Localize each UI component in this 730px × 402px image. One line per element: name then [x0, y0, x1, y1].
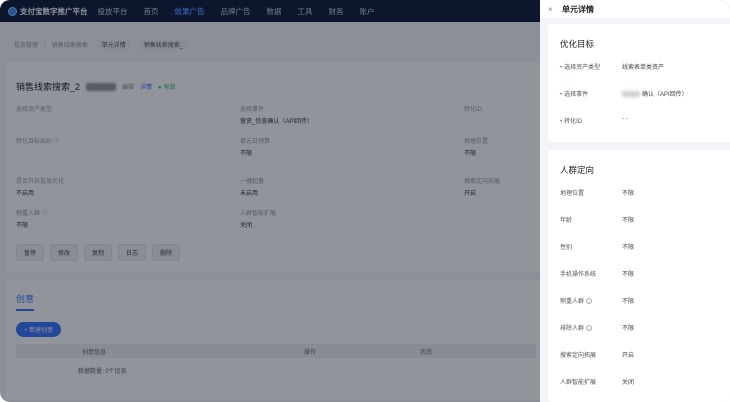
row-label: 性别 — [560, 242, 622, 251]
row-value-text: 关闭 — [622, 380, 635, 386]
detail-row: 地理位置 不限 — [560, 188, 730, 197]
section-title: 人群定向 — [560, 165, 595, 175]
row-value: - - — [622, 116, 628, 125]
row-label: • 选择资产类型 — [560, 62, 622, 71]
row-value-text: 确认（API回传） — [642, 92, 688, 98]
detail-row: • 转化ID - - — [560, 116, 730, 125]
row-value-text: 不限 — [622, 299, 635, 305]
drawer-title: 单元详情 — [562, 4, 594, 14]
app-window: 支付宝数字推广平台 投放平台 首页 效果广告 品牌广告 数据 工具 财务 账户 投放管理 / … — [0, 0, 730, 402]
required-mark: • — [560, 65, 563, 71]
row-label: 地理位置 — [560, 188, 622, 197]
modal-overlay[interactable] — [0, 0, 540, 402]
row-value-text: 不限 — [622, 326, 635, 332]
row-label: • 选择事件 — [560, 89, 622, 98]
row-value: 关闭 — [622, 377, 634, 386]
row-value: 不限 — [622, 296, 634, 305]
row-label: 人群智能扩展 — [560, 377, 622, 386]
row-value-text: 线索表单类资产 — [622, 65, 665, 71]
row-label-text: 选择事件 — [564, 92, 589, 98]
row-value-text: - - — [622, 116, 628, 122]
row-label: 手机操作系统 — [560, 269, 622, 278]
row-value-text: 不限 — [622, 245, 635, 251]
detail-row: 搜索定向拓展 开启 — [560, 350, 730, 359]
row-label-text: 选择资产类型 — [564, 65, 601, 71]
row-value-text: 不限 — [622, 191, 635, 197]
detail-row: 性别 不限 — [560, 242, 730, 251]
audience-targeting-section: 人群定向 地理位置 不限 年龄 不限 性别 不限 手机操作系统 不限 侧重人群 i 不限 排除人群 i 不… — [548, 150, 730, 402]
section-title: 优化目标 — [560, 39, 595, 49]
unit-detail-drawer: × 单元详情 优化目标 • 选择资产类型 线索表单类资产 • 选择事件 确认（API回传）… — [540, 0, 730, 402]
row-label-text: 转化ID — [564, 119, 583, 125]
row-label-text: 地理位置 — [560, 191, 585, 197]
drawer-header: × 单元详情 — [540, 0, 730, 18]
row-label-text: 手机操作系统 — [560, 272, 597, 278]
row-value: 不限 — [622, 242, 634, 251]
row-value: 不限 — [622, 323, 634, 332]
row-value: 开启 — [622, 350, 634, 359]
row-label-text: 年龄 — [560, 218, 573, 224]
row-value-text: 开启 — [622, 353, 635, 359]
redacted-text — [622, 91, 640, 98]
required-mark: • — [560, 119, 563, 125]
required-mark: • — [560, 92, 563, 98]
row-label-text: 侧重人群 — [560, 299, 585, 305]
row-label: 侧重人群 i — [560, 296, 622, 305]
row-label-text: 排除人群 — [560, 326, 585, 332]
row-label: 年龄 — [560, 215, 622, 224]
row-value-text: 不限 — [622, 272, 635, 278]
row-value: 确认（API回传） — [622, 89, 688, 98]
optimization-goal-section: 优化目标 • 选择资产类型 线索表单类资产 • 选择事件 确认（API回传） • 转化ID - … — [548, 24, 730, 142]
close-icon[interactable]: × — [548, 5, 558, 14]
row-label: 排除人群 i — [560, 323, 622, 332]
detail-row: 人群智能扩展 关闭 — [560, 377, 730, 386]
row-label-text: 搜索定向拓展 — [560, 353, 597, 359]
detail-row: 排除人群 i 不限 — [560, 323, 730, 332]
detail-row: 侧重人群 i 不限 — [560, 296, 730, 305]
row-value: 线索表单类资产 — [622, 62, 664, 71]
detail-row: • 选择资产类型 线索表单类资产 — [560, 62, 730, 71]
row-value-text: 不限 — [622, 218, 635, 224]
info-icon[interactable]: i — [586, 298, 593, 305]
row-label-text: 性别 — [560, 245, 573, 251]
row-label-text: 人群智能扩展 — [560, 380, 597, 386]
row-value: 不限 — [622, 215, 634, 224]
detail-row: • 选择事件 确认（API回传） — [560, 89, 730, 98]
row-value: 不限 — [622, 188, 634, 197]
detail-row: 手机操作系统 不限 — [560, 269, 730, 278]
row-label: 搜索定向拓展 — [560, 350, 622, 359]
row-value: 不限 — [622, 269, 634, 278]
detail-row: 年龄 不限 — [560, 215, 730, 224]
row-label: • 转化ID — [560, 116, 622, 125]
info-icon[interactable]: i — [586, 325, 593, 332]
